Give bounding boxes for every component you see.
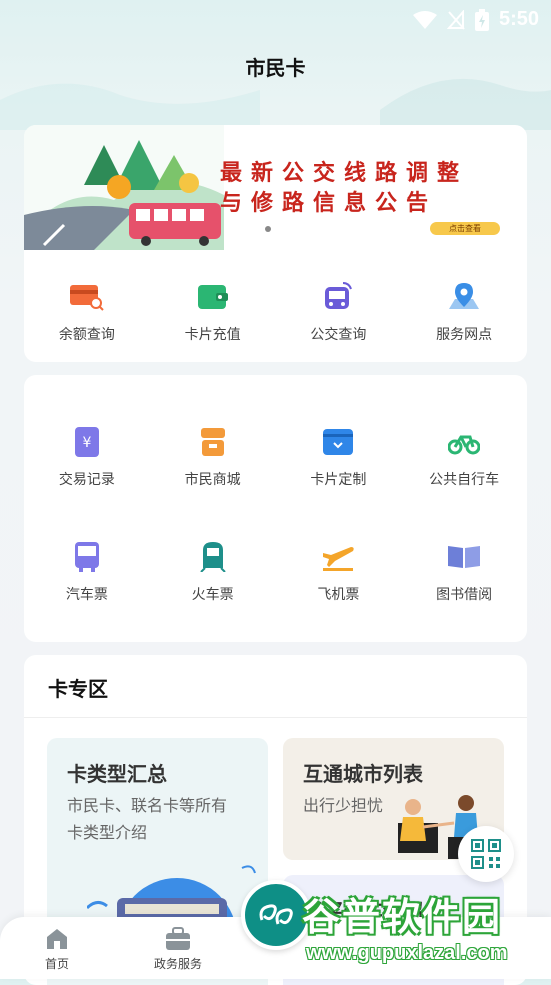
qr-code-icon [471,839,501,869]
quick-action-recharge[interactable]: 卡片充值 [150,280,276,344]
watermark-text: 谷普软件园 [302,897,503,939]
carousel-indicator [265,226,271,232]
banner-view-button[interactable]: 点击查看 [430,222,500,235]
bus-ticket-icon [70,540,104,574]
service-label: 飞机票 [317,586,360,602]
status-bar: 5:50 [0,0,551,40]
banner-headline-line1: 最新公交线路调整 [220,160,469,185]
services-row-2: 汽车票 火车票 飞机票 图书借阅 [24,540,527,604]
quick-action-label: 公交查询 [310,326,367,342]
tab-label: 政务服务 [153,957,202,971]
svg-text:¥: ¥ [82,435,91,451]
services-card: ¥ 交易记录 市民商城 卡片定制 公共自行车 汽车票 火车票 飞机票 图书借阅 [24,375,527,642]
service-label: 火车票 [191,586,234,602]
quick-action-label: 卡片充值 [184,326,241,342]
quick-action-outlets[interactable]: 服务网点 [401,280,527,344]
status-time: 5:50 [498,8,539,30]
banner-headline-line2: 与修路信息公告 [220,190,438,215]
battery-charging-icon [474,8,489,31]
shop-icon [196,425,230,459]
tab-label: 首页 [44,957,69,971]
service-library[interactable]: 图书借阅 [401,540,527,604]
tile-description: 市民卡、联名卡等所有 卡类型介绍 [67,793,227,847]
card-custom-icon [321,425,355,459]
qr-code-button[interactable] [458,826,514,882]
home-icon [47,929,67,949]
banner-card: 最新公交线路调整 与修路信息公告 点击查看 余额查询 卡片充值 公交查询 服务网… [24,125,527,362]
wallet-icon [196,280,230,314]
service-label: 卡片定制 [310,471,367,487]
page-title: 市民卡 [245,58,306,80]
bus-query-icon [321,280,355,314]
service-label: 市民商城 [184,471,241,487]
announcement-banner[interactable]: 最新公交线路调整 与修路信息公告 点击查看 [24,125,527,250]
service-label: 图书借阅 [436,586,493,602]
quick-action-balance[interactable]: 余额查询 [24,280,150,344]
service-bus-ticket[interactable]: 汽车票 [24,540,150,604]
service-transactions[interactable]: ¥ 交易记录 [24,425,150,489]
service-plane-ticket[interactable]: 飞机票 [276,540,402,604]
train-icon [196,540,230,574]
quick-action-bus[interactable]: 公交查询 [276,280,402,344]
plane-icon [321,540,355,574]
watermark-url: www.gupuxlazal.com [306,942,508,964]
quick-action-label: 服务网点 [436,326,493,342]
services-row-1: ¥ 交易记录 市民商城 卡片定制 公共自行车 [24,425,527,489]
section-title: 卡专区 [48,679,108,701]
wifi-icon [412,10,437,29]
tab-government-services[interactable]: 政务服务 [138,927,218,972]
transaction-record-icon: ¥ [70,425,104,459]
service-bicycle[interactable]: 公共自行车 [401,425,527,489]
city-card-logo-icon [259,904,293,925]
status-indicators: 5:50 [412,8,539,31]
quick-actions: 余额查询 卡片充值 公交查询 服务网点 [24,280,527,344]
service-shop[interactable]: 市民商城 [150,425,276,489]
tile-title: 卡类型汇总 [67,764,167,786]
service-label: 公共自行车 [429,471,500,487]
location-pin-icon [447,280,481,314]
bicycle-icon [447,425,481,459]
service-train-ticket[interactable]: 火车票 [150,540,276,604]
quick-action-label: 余额查询 [58,326,115,342]
tile-title: 互通城市列表 [303,764,423,786]
book-icon [447,540,481,574]
section-divider [24,717,527,718]
service-label: 交易记录 [58,471,115,487]
watermark: 谷普软件园 www.gupuxlazal.com [302,886,551,979]
signal-off-icon [446,9,465,30]
tab-home[interactable]: 首页 [17,927,97,972]
service-label: 汽车票 [65,586,108,602]
briefcase-icon [166,927,190,950]
tile-description-line: 卡类型介绍 [67,825,148,842]
tile-description: 出行少担忧 [303,798,384,815]
banner-illustration [24,125,224,250]
tile-description-line: 市民卡、联名卡等所有 [67,798,228,815]
card-search-icon [69,280,104,314]
service-card-custom[interactable]: 卡片定制 [276,425,402,489]
center-scan-button[interactable] [241,880,311,950]
